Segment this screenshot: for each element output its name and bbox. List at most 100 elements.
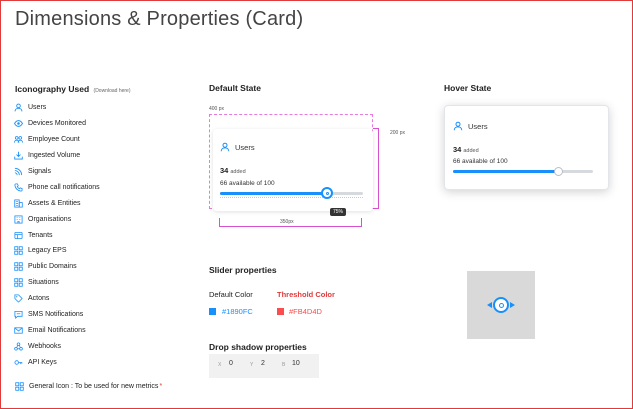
default-color-label: Default Color (209, 290, 253, 299)
count-suffix: added (463, 148, 479, 154)
list-item: Webhooks (14, 338, 100, 354)
icon-list: Users Devices Monitored Employee Count I… (14, 100, 100, 370)
iconography-heading: Iconography Used (Download here) (15, 84, 131, 94)
slider-tooltip: 75% (330, 208, 347, 216)
card-title-text: Users (468, 121, 488, 131)
list-item: Phone call notifications (14, 179, 100, 195)
icon-label: Signals (28, 168, 51, 175)
list-item: Public Domains (14, 259, 100, 275)
sms-icon (14, 310, 23, 320)
iconography-heading-text: Iconography Used (15, 84, 90, 94)
list-item: Situations (14, 275, 100, 291)
card-count: 34 added (453, 145, 479, 154)
icon-label: Users (28, 104, 47, 112)
default-color-hex: #1890FC (222, 307, 253, 316)
icon-label: Employee Count (28, 136, 80, 144)
signal-icon (14, 167, 23, 176)
count-value: 34 (453, 145, 462, 154)
icon-label: API Keys (28, 358, 57, 366)
arrow-left-icon (487, 302, 492, 308)
list-item: Legacy EPS (14, 243, 100, 259)
hover-state-heading: Hover State (444, 83, 492, 93)
icon-label: Tenants (28, 231, 53, 239)
card-title-text: Users (235, 142, 255, 152)
icon-label: Actons (28, 295, 50, 303)
list-item: Signals (14, 164, 100, 180)
grid-icon (15, 382, 24, 391)
height-label: 200 px (390, 130, 406, 136)
general-icon-label: General Icon : To be used for new metric… (29, 383, 159, 390)
grid-icon (14, 262, 23, 272)
assets-icon (14, 199, 23, 208)
page-title: Dimensions & Properties (Card) (15, 8, 304, 30)
building-icon (14, 215, 23, 224)
icon-label: Assets & Entities (28, 199, 81, 207)
slider-ticks (220, 197, 363, 199)
default-card[interactable]: Users 34 added 66 available of 100 (213, 129, 373, 211)
list-item: Devices Monitored (14, 116, 100, 132)
icon-label: Webhooks (28, 342, 61, 350)
icon-label: SMS Notifications (28, 311, 84, 319)
list-item: SMS Notifications (14, 307, 100, 323)
icon-label: Organisations (28, 215, 72, 223)
slider-thumb-dot (325, 191, 329, 195)
drop-shadow-fields: X 0 Y 2 B 10 (209, 354, 319, 378)
x-value[interactable]: 0 (229, 360, 233, 367)
webhook-icon (14, 342, 23, 351)
slider-fill (220, 192, 328, 195)
thumb-detail-dot (498, 302, 504, 308)
thumb-detail-preview (467, 271, 535, 339)
drop-shadow-heading: Drop shadow properties (209, 342, 307, 352)
icon-label: Public Domains (28, 263, 77, 271)
y-value[interactable]: 2 (261, 360, 265, 367)
thumb-detail-knob (493, 297, 509, 313)
threshold-color-label: Threshold Color (277, 290, 335, 299)
email-icon (14, 327, 23, 334)
user-icon (14, 104, 23, 112)
general-icon-note: General Icon : To be used for new metric… (15, 382, 162, 391)
default-color-swatch (209, 308, 216, 315)
slider-track[interactable] (453, 170, 593, 173)
arrow-right-icon (510, 302, 515, 308)
card-title: Users (453, 121, 488, 131)
grid-icon (14, 246, 23, 256)
inner-width-label: 350px (280, 219, 294, 225)
card-title: Users (220, 142, 255, 152)
eye-icon (14, 120, 23, 128)
slider-fill (453, 170, 558, 173)
x-label: X (218, 362, 222, 368)
slider-track[interactable] (220, 192, 363, 195)
icon-label: Ingested Volume (28, 152, 81, 160)
list-item: Assets & Entities (14, 195, 100, 211)
list-item: Employee Count (14, 132, 100, 148)
hover-card[interactable]: Users 34 added 66 available of 100 (444, 105, 609, 190)
height-bracket (373, 128, 379, 209)
list-item: Email Notifications (14, 322, 100, 338)
tag-icon (14, 294, 23, 303)
list-item: Actons (14, 291, 100, 307)
slider-properties-heading: Slider properties (209, 265, 277, 275)
required-star: * (159, 383, 163, 390)
icon-label: Legacy EPS (28, 247, 67, 255)
user-icon (220, 142, 230, 152)
download-tray-icon (14, 151, 23, 160)
count-suffix: added (230, 169, 246, 175)
card-available: 66 available of 100 (453, 158, 508, 165)
list-item: API Keys (14, 354, 100, 370)
threshold-color-swatch (277, 308, 284, 315)
list-item: Users (14, 100, 100, 116)
key-icon (14, 359, 23, 365)
employees-icon (14, 136, 23, 143)
icon-label: Email Notifications (28, 326, 86, 334)
b-value[interactable]: 10 (292, 360, 300, 367)
slider-thumb[interactable] (553, 167, 563, 176)
count-value: 34 (220, 166, 229, 175)
list-item: Ingested Volume (14, 148, 100, 164)
page-frame: Dimensions & Properties (Card) Iconograp… (0, 0, 633, 409)
width-label: 400 px (209, 106, 225, 112)
grid-icon (14, 278, 23, 287)
tenant-icon (14, 231, 23, 239)
icon-label: Situations (28, 279, 59, 287)
default-state-heading: Default State (209, 83, 261, 93)
download-link[interactable]: (Download here) (94, 88, 131, 94)
